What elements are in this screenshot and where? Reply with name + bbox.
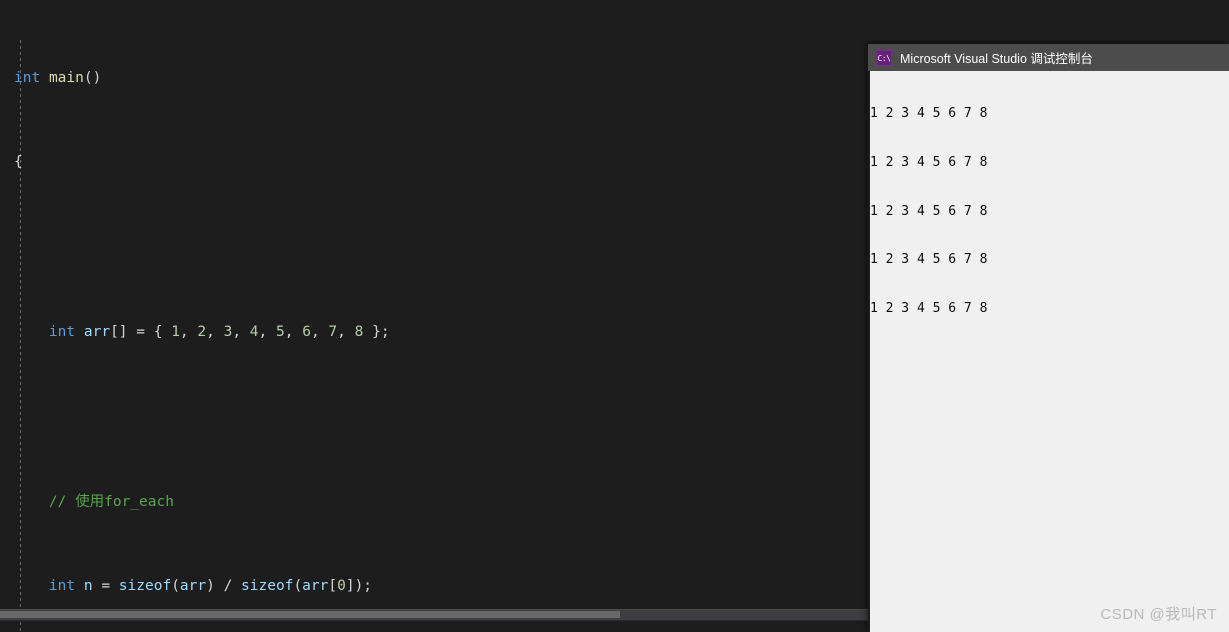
console-output-line: 1 2 3 4 5 6 7 8 <box>870 252 988 268</box>
scrollbar-thumb[interactable] <box>0 611 620 618</box>
console-output-line: 1 2 3 4 5 6 7 8 <box>870 155 988 170</box>
console-output-line: 1 2 3 4 5 6 7 8 <box>870 106 988 122</box>
console-titlebar[interactable]: C:\ Microsoft Visual Studio 调试控制台 <box>868 44 1229 71</box>
horizontal-scrollbar[interactable] <box>0 609 868 621</box>
console-output-line: 1 2 3 4 5 6 7 8 <box>870 300 988 316</box>
console-icon-glyph: C:\ <box>877 53 891 63</box>
console-cmd-icon: C:\ <box>876 49 892 66</box>
debug-console-window[interactable]: C:\ Microsoft Visual Studio 调试控制台 1 2 3 … <box>868 44 1229 632</box>
console-left-edge <box>868 71 870 632</box>
comment-use-for-each: // 使用for_each <box>48 493 174 510</box>
console-output: 1 2 3 4 5 6 7 8 1 2 3 4 5 6 7 8 1 2 3 4 … <box>868 71 1229 349</box>
console-title: Microsoft Visual Studio 调试控制台 <box>900 52 1093 66</box>
console-output-line: 1 2 3 4 5 6 7 8 <box>870 203 988 219</box>
csdn-watermark: CSDN @我叫RT <box>1100 606 1217 623</box>
